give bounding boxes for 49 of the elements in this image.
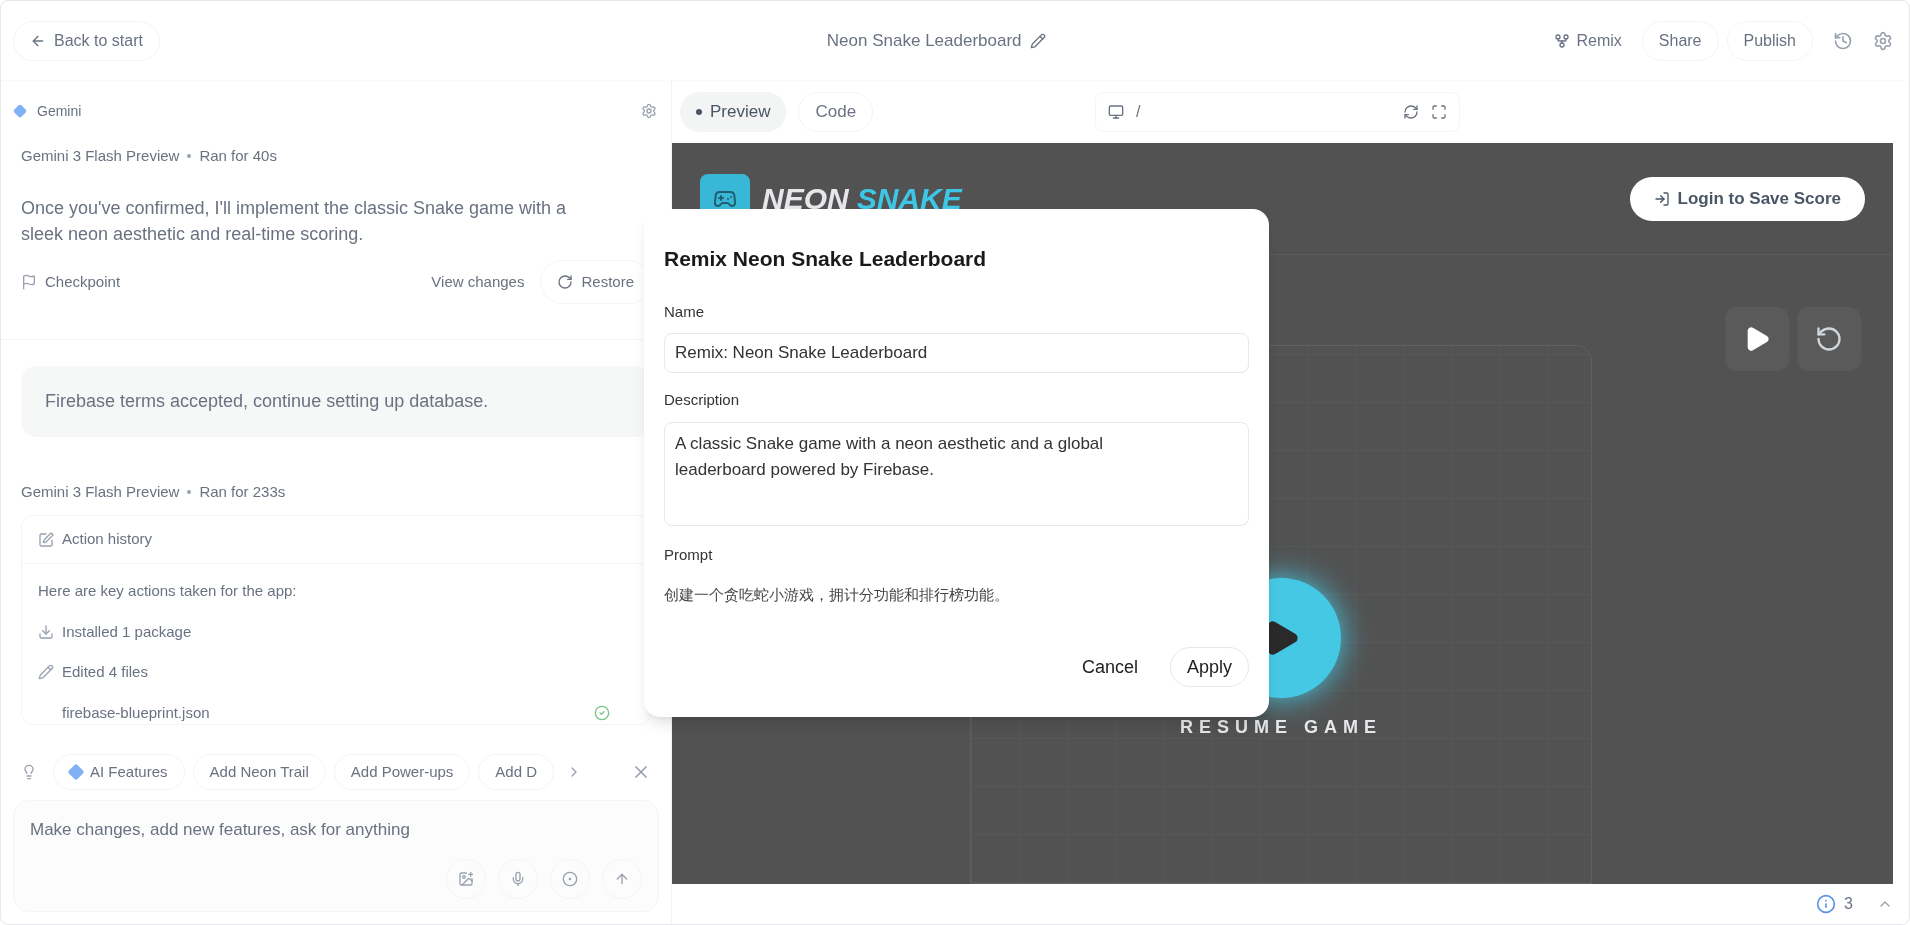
panel-header: Gemini — [37, 101, 83, 121]
info-icon[interactable] — [1816, 894, 1837, 914]
resume-label: RESUME GAME — [1180, 716, 1382, 739]
restart-button[interactable] — [1797, 307, 1861, 371]
play-button[interactable] — [1725, 307, 1789, 371]
restart-icon — [1815, 325, 1843, 353]
settings-icon[interactable] — [1873, 30, 1893, 51]
game-logo: NEON SNAKE — [762, 181, 962, 217]
model-name: Gemini 3 Flash Preview — [21, 145, 180, 166]
description-input[interactable]: A classic Snake game with a neon aesthetic and a global leaderboard powered by Firebase. — [664, 421, 1249, 526]
address-bar[interactable]: / — [1095, 92, 1461, 132]
download-icon — [38, 623, 54, 640]
field-label: Name — [664, 301, 705, 322]
issue-count: 3 — [1844, 894, 1853, 914]
checkpoint-label: Checkpoint — [45, 271, 122, 292]
flag-icon — [21, 274, 37, 290]
lightbulb-icon[interactable] — [21, 764, 37, 780]
login-button[interactable]: Login to Save Score — [1629, 176, 1865, 221]
fullscreen-icon[interactable] — [1431, 104, 1448, 120]
refresh-icon[interactable] — [1403, 104, 1420, 120]
cancel-button[interactable]: Cancel — [1065, 647, 1154, 687]
model-name: Gemini 3 Flash Preview — [21, 481, 180, 502]
login-icon — [1653, 190, 1670, 207]
history-item: Edited 4 files — [62, 662, 149, 682]
field-label: Description — [664, 390, 741, 410]
name-input[interactable]: Remix: Neon Snake Leaderboard — [664, 333, 1249, 373]
view-changes-button[interactable]: View changes — [415, 270, 541, 294]
prompt-text: 创建一个贪吃蛇小游戏，拥计分功能和排行榜功能。 — [664, 585, 1010, 605]
run-duration: Ran for 40s — [199, 145, 277, 166]
restore-icon — [557, 274, 574, 290]
history-intro: Here are key actions taken for the app: — [38, 581, 298, 601]
fork-icon — [1554, 32, 1571, 49]
remix-button[interactable]: Remix — [1542, 20, 1634, 61]
address-text: / — [1136, 102, 1142, 122]
run-duration: Ran for 233s — [199, 481, 286, 502]
card-title: Action history — [62, 529, 153, 550]
prompt-input[interactable]: Make changes, add new features, ask for anything — [13, 800, 659, 912]
project-title: Neon Snake Leaderboard — [826, 29, 1022, 52]
monitor-icon — [1108, 104, 1125, 120]
settings-icon[interactable] — [641, 103, 657, 119]
edit-icon[interactable] — [1029, 32, 1046, 49]
pencil-icon — [38, 664, 54, 681]
check-icon — [594, 704, 610, 721]
reply-text: Once you've confirmed, I'll implement the classic Snake game with a sleek neon aesthetic and real-time scoring. — [21, 197, 568, 246]
field-label: Prompt — [664, 544, 714, 565]
dialog-title: Remix Neon Snake Leaderboard — [664, 246, 988, 272]
preview-tab[interactable]: Preview — [680, 92, 787, 132]
history-item: Installed 1 package — [62, 621, 193, 642]
history-item: firebase-blueprint.json — [62, 702, 211, 723]
